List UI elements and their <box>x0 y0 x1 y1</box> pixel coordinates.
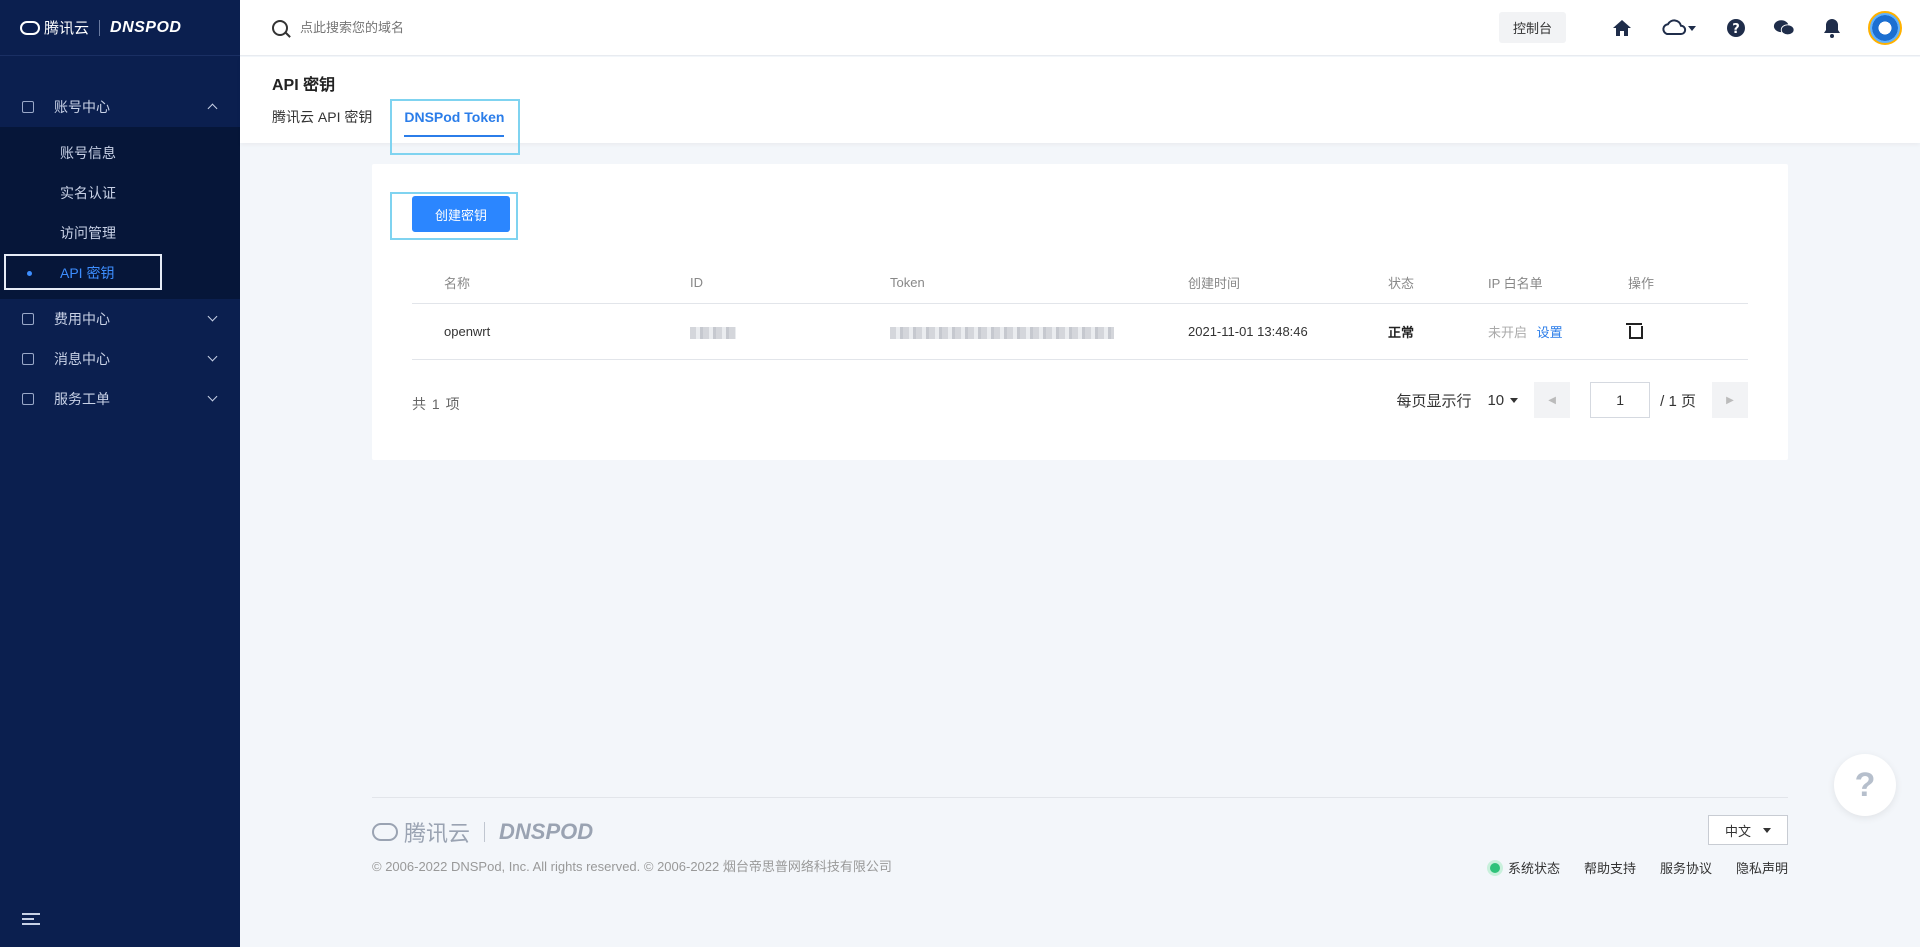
floating-help-button[interactable]: ? <box>1834 754 1896 816</box>
menu-label: 账号中心 <box>54 99 110 115</box>
billing-icon <box>22 313 34 325</box>
col-token: Token <box>890 275 925 290</box>
col-ip-whitelist: IP 白名单 <box>1488 276 1543 291</box>
menu-label: 费用中心 <box>54 311 110 327</box>
cloud-dropdown-icon[interactable] <box>1659 17 1699 39</box>
create-key-button[interactable]: 创建密钥 <box>412 196 510 232</box>
help-icon[interactable]: ? <box>1725 17 1747 39</box>
cloud-logo-icon <box>372 823 398 841</box>
footer-logo[interactable]: 腾讯云 DNSPOD <box>372 816 593 848</box>
language-select[interactable]: 中文 <box>1708 815 1788 845</box>
caret-down-icon <box>1510 397 1519 403</box>
header-actions: 控制台 ? <box>1498 10 1902 45</box>
col-status: 状态 <box>1388 276 1415 291</box>
active-highlight-box <box>4 254 162 290</box>
footer: 腾讯云 DNSPOD © 2006-2022 DNSPod, Inc. All … <box>372 797 1788 897</box>
prev-page-button[interactable]: ◀ <box>1534 382 1571 418</box>
logo-divider <box>99 19 101 36</box>
page-number-input[interactable] <box>1590 382 1651 418</box>
sidebar: 腾讯云 DNSPOD 账号中心 账号信息 实名认证 访问管理 API 密钥 费用… <box>0 0 240 947</box>
row-name: openwrt <box>444 324 491 339</box>
bell-icon[interactable] <box>1821 17 1843 39</box>
per-page-select[interactable]: 10 <box>1487 392 1519 409</box>
col-name: 名称 <box>444 276 471 291</box>
copyright: © 2006-2022 DNSPod, Inc. All rights rese… <box>372 859 892 874</box>
submenu-account-center: 账号信息 实名认证 访问管理 API 密钥 <box>0 127 240 299</box>
domain-search-input[interactable] <box>300 20 700 35</box>
logo-tencent-cloud: 腾讯云 <box>44 20 90 37</box>
table-header: 名称 ID Token 创建时间 状态 IP 白名单 操作 <box>412 262 1748 304</box>
message-icon <box>22 353 34 365</box>
total-count: 共 1 项 <box>412 396 461 412</box>
menu-head-service-ticket[interactable]: 服务工单 <box>0 379 240 419</box>
ip-whitelist-settings-link[interactable]: 设置 <box>1537 325 1563 340</box>
link-privacy[interactable]: 隐私声明 <box>1736 858 1788 877</box>
status-badge: 正常 <box>1388 325 1415 340</box>
chevron-down-icon <box>207 351 218 362</box>
menu-label: 消息中心 <box>54 351 110 367</box>
blurred-token <box>890 326 1114 339</box>
link-help-support[interactable]: 帮助支持 <box>1584 858 1636 877</box>
sidebar-item-access-management[interactable]: 访问管理 <box>0 213 240 253</box>
table-row: openwrt 2021-11-01 13:48:46 正常 未开启 设置 <box>412 304 1748 360</box>
menu-head-message-center[interactable]: 消息中心 <box>0 339 240 379</box>
col-actions: 操作 <box>1628 276 1655 291</box>
ip-whitelist-state: 未开启 <box>1488 325 1528 340</box>
wechat-icon[interactable] <box>1773 17 1795 39</box>
cloud-logo-icon <box>20 20 40 35</box>
chevron-down-icon <box>207 311 218 322</box>
link-service-agreement[interactable]: 服务协议 <box>1660 858 1712 877</box>
trash-icon[interactable] <box>1626 323 1643 339</box>
page-header: API 密钥 腾讯云 API 密钥 DNSPod Token <box>240 57 1920 155</box>
user-icon <box>22 101 34 113</box>
row-created: 2021-11-01 13:48:46 <box>1188 324 1308 339</box>
logo-dnspod: DNSPOD <box>110 18 182 36</box>
link-system-status[interactable]: 系统状态 <box>1508 858 1560 877</box>
token-card: 创建密钥 名称 ID Token 创建时间 状态 IP 白名单 操作 openw… <box>372 164 1788 460</box>
menu-account-center: 账号中心 账号信息 实名认证 访问管理 API 密钥 <box>0 87 240 299</box>
col-created: 创建时间 <box>1188 276 1241 291</box>
blurred-id <box>690 326 736 339</box>
sidebar-item-account-info[interactable]: 账号信息 <box>0 133 240 173</box>
caret-down-icon <box>1763 827 1771 833</box>
token-table: 名称 ID Token 创建时间 状态 IP 白名单 操作 openwrt 20… <box>412 262 1748 360</box>
menu-label: 服务工单 <box>54 391 110 407</box>
avatar[interactable] <box>1868 10 1902 45</box>
next-page-button[interactable]: ▶ <box>1712 382 1748 418</box>
pagination: 每页显示行 10 ◀ / 1 页 ▶ <box>1396 382 1748 418</box>
logo[interactable]: 腾讯云 DNSPOD <box>0 0 240 56</box>
status-dot-icon <box>1489 862 1500 873</box>
total-pages: / 1 页 <box>1660 392 1696 410</box>
per-page-label: 每页显示行 <box>1396 392 1472 410</box>
sidebar-item-real-name[interactable]: 实名认证 <box>0 173 240 213</box>
svg-text:?: ? <box>1732 22 1740 37</box>
collapse-sidebar-icon[interactable] <box>22 913 40 927</box>
chevron-down-icon <box>207 391 218 402</box>
sidebar-item-api-key[interactable]: API 密钥 <box>0 253 240 293</box>
home-icon[interactable] <box>1611 17 1633 39</box>
menu-head-account-center[interactable]: 账号中心 <box>0 87 240 127</box>
page-title: API 密钥 <box>272 77 336 94</box>
chevron-up-icon <box>207 103 218 114</box>
top-header: 控制台 ? <box>240 0 1920 56</box>
col-id: ID <box>690 275 703 290</box>
footer-links: 系统状态 帮助支持 服务协议 隐私声明 <box>1466 858 1788 877</box>
tab-tencent-api-key[interactable]: 腾讯云 API 密钥 <box>272 97 372 137</box>
tab-highlight-box <box>390 99 520 155</box>
menu-head-billing-center[interactable]: 费用中心 <box>0 299 240 339</box>
ticket-icon <box>22 393 34 405</box>
console-button[interactable]: 控制台 <box>1498 12 1566 43</box>
search-icon[interactable] <box>272 19 288 36</box>
